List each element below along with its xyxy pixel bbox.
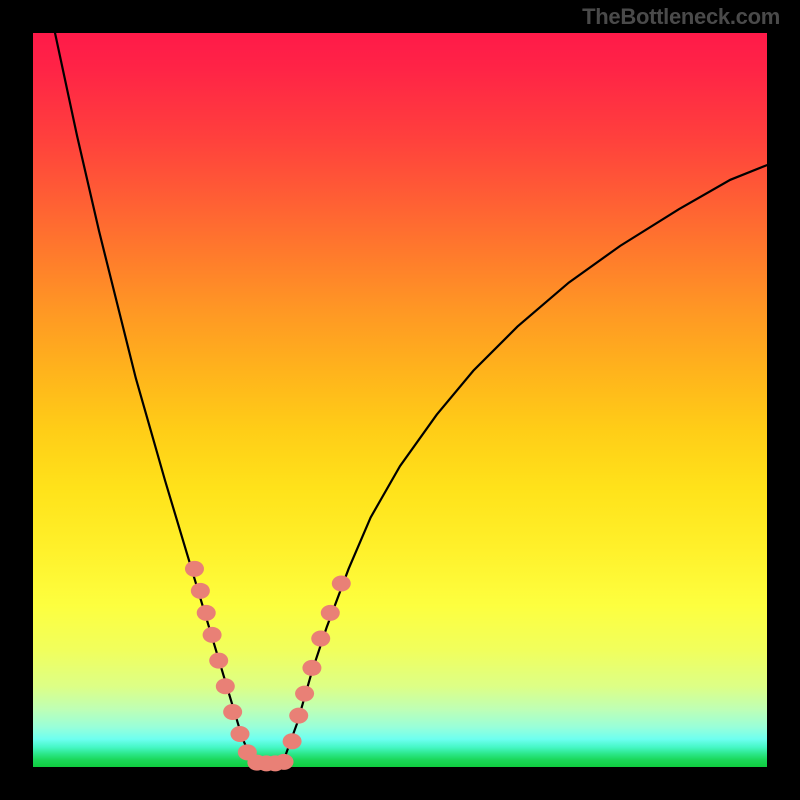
bead bbox=[295, 686, 314, 702]
bead bbox=[230, 726, 249, 742]
bead bbox=[283, 733, 302, 749]
watermark-text: TheBottleneck.com bbox=[582, 4, 780, 30]
bead bbox=[191, 583, 210, 599]
bead bbox=[302, 660, 321, 676]
chart-stage: TheBottleneck.com bbox=[0, 0, 800, 800]
plot-area bbox=[33, 33, 767, 767]
bead bbox=[321, 605, 340, 621]
chart-svg bbox=[33, 33, 767, 767]
curve-right bbox=[283, 165, 767, 763]
bead bbox=[223, 704, 242, 720]
beads-group bbox=[185, 561, 351, 772]
bead bbox=[185, 561, 204, 577]
bead bbox=[289, 708, 308, 724]
bead bbox=[332, 576, 351, 592]
bead bbox=[197, 605, 216, 621]
bead bbox=[311, 631, 330, 647]
bead bbox=[203, 627, 222, 643]
curve-group bbox=[55, 33, 767, 765]
bead bbox=[275, 754, 294, 770]
bead bbox=[209, 653, 228, 669]
bead bbox=[216, 678, 235, 694]
